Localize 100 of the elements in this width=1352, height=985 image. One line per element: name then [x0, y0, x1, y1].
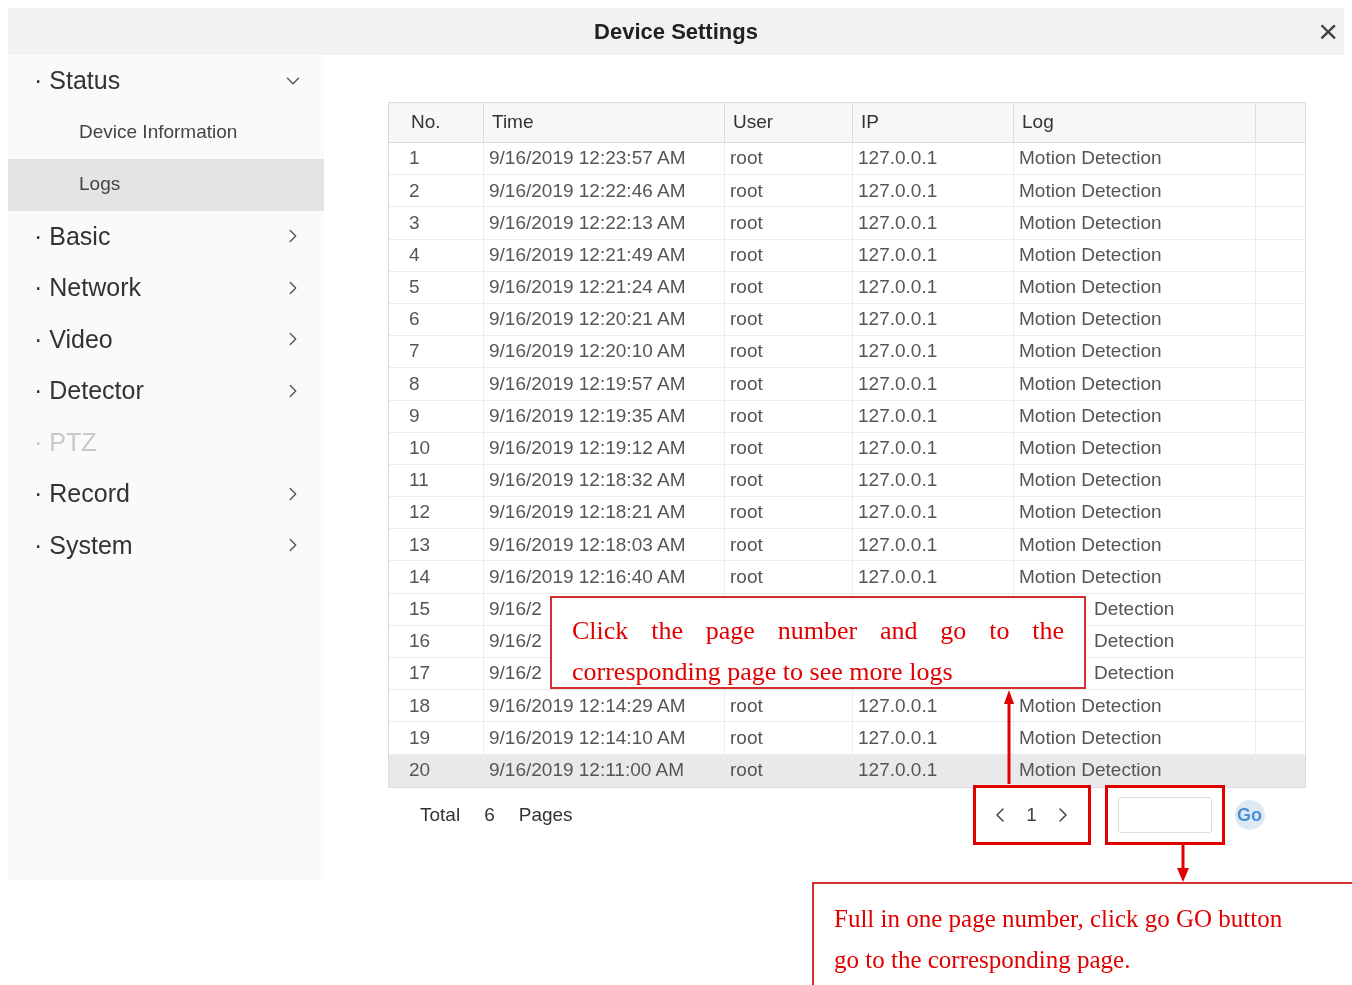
table-cell-text: Motion Detection	[1019, 693, 1162, 718]
column-header: Log	[1022, 110, 1054, 135]
table-cell-text: Motion Detection	[1019, 242, 1162, 267]
table-cell-text: 9/16/2019 12:11:00 AM	[489, 757, 685, 782]
page-input-field[interactable]	[1117, 797, 1212, 834]
sidebar-item[interactable]: · Record	[8, 468, 324, 520]
column-header: Time	[492, 110, 534, 135]
table-cell-text: 20	[409, 757, 431, 782]
table-row[interactable]: 20 9/16/2019 12:11:00 AM root 127.0.0.1 Motion Detection	[389, 754, 1305, 787]
table-cell-text: Motion Detection	[1019, 307, 1162, 332]
table-cell-text: 4	[409, 242, 420, 267]
table-cell-text: 127.0.0.1	[858, 693, 938, 718]
table-cell-text: 9/16/2	[489, 629, 542, 654]
table-cell-text: 9/16/2019 12:20:10 AM	[489, 339, 686, 364]
table-cell-text: 127.0.0.1	[858, 146, 938, 171]
table-cell-text: root	[730, 210, 763, 235]
table-row[interactable]: 2 9/16/2019 12:22:46 AM root 127.0.0.1 Motion Detection	[389, 175, 1305, 208]
table-cell-text: 14	[409, 564, 431, 589]
close-button[interactable]: ×	[1318, 16, 1338, 46]
table-cell-text: 9/16/2019 12:18:03 AM	[489, 532, 686, 557]
table-cell-text: 18	[409, 693, 431, 718]
table-cell-text: 127.0.0.1	[858, 242, 938, 267]
table-cell-text: root	[730, 564, 763, 589]
table-row[interactable]: 1 9/16/2019 12:23:57 AM root 127.0.0.1 Motion Detection	[389, 143, 1305, 176]
table-cell-text: root	[730, 307, 763, 332]
column-header: User	[733, 110, 774, 135]
table-cell-text: 2	[409, 178, 420, 203]
total-pages: 6	[484, 803, 495, 827]
table-row[interactable]: 19 9/16/2019 12:14:10 AM root 127.0.0.1 Motion Detection	[389, 722, 1305, 755]
table-cell-text: Motion Detection	[1019, 146, 1162, 171]
table-cell-text: Motion Detection	[1019, 564, 1162, 589]
table-cell-text: Motion Detection	[1019, 468, 1162, 493]
table-cell-text: 127.0.0.1	[858, 339, 938, 364]
table-cell-text: 127.0.0.1	[858, 757, 938, 782]
table-row[interactable]: 11 9/16/2019 12:18:32 AM root 127.0.0.1 Motion Detection	[389, 464, 1305, 498]
table-cell-text: root	[730, 146, 763, 171]
table-cell-text: 127.0.0.1	[858, 468, 938, 493]
table-cell-text: 127.0.0.1	[858, 178, 938, 203]
sidebar-item[interactable]: · Detector	[8, 365, 324, 417]
table-cell-text: 9/16/2019 12:20:21 AM	[489, 307, 686, 332]
table-cell-text: 9/16/2019 12:18:21 AM	[489, 500, 686, 525]
table-cell-text: 13	[409, 532, 431, 557]
page-number[interactable]: 1	[1026, 801, 1037, 830]
table-cell-text: 9/16/2019 12:23:57 AM	[489, 146, 686, 171]
table-cell-text: 7	[409, 339, 420, 364]
table-cell-text: root	[730, 693, 763, 718]
table-row[interactable]: 6 9/16/2019 12:20:21 AM root 127.0.0.1 Motion Detection	[389, 303, 1305, 337]
table-cell-text: Motion Detection	[1019, 371, 1162, 396]
table-row[interactable]: 14 9/16/2019 12:16:40 AM root 127.0.0.1 Motion Detection	[389, 561, 1305, 594]
table-cell-text: root	[730, 371, 763, 396]
table-cell-text: 17	[409, 661, 431, 686]
table-cell-text: 9/16/2019 12:22:46 AM	[489, 178, 686, 203]
sidebar-subitem[interactable]: Logs	[8, 158, 324, 211]
table-cell-text: Detection	[1094, 629, 1175, 654]
table-row[interactable]: 10 9/16/2019 12:19:12 AM root 127.0.0.1 Motion Detection	[389, 432, 1305, 465]
table-row[interactable]: 8 9/16/2019 12:19:57 AM root 127.0.0.1 Motion Detection	[389, 368, 1305, 401]
table-cell-text: Motion Detection	[1019, 178, 1162, 203]
table-row[interactable]: 4 9/16/2019 12:21:49 AM root 127.0.0.1 Motion Detection	[389, 239, 1305, 272]
table-cell-text: 9	[409, 403, 420, 428]
table-cell-text: Detection	[1094, 661, 1175, 686]
sidebar-item[interactable]: · Video	[8, 313, 324, 365]
sidebar-item[interactable]: · Basic	[8, 210, 324, 262]
column-header: IP	[861, 110, 879, 135]
table-row[interactable]: 12 9/16/2019 12:18:21 AM root 127.0.0.1 Motion Detection	[389, 497, 1305, 530]
sidebar-subitem[interactable]: Device Information	[8, 106, 324, 159]
table-cell-text: 15	[409, 596, 431, 621]
table-cell-text: 9/16/2019 12:18:32 AM	[489, 468, 686, 493]
table-row[interactable]: 3 9/16/2019 12:22:13 AM root 127.0.0.1 Motion Detection	[389, 207, 1305, 240]
table-row[interactable]: 13 9/16/2019 12:18:03 AM root 127.0.0.1 Motion Detection	[389, 529, 1305, 562]
column-header: No.	[411, 110, 441, 135]
annotation-text: Full in one page number, click go GO button	[834, 904, 1283, 934]
table-row[interactable]: 7 9/16/2019 12:20:10 AM root 127.0.0.1 Motion Detection	[389, 336, 1305, 369]
table-cell-text: 9/16/2019 12:16:40 AM	[489, 564, 686, 589]
table-cell-text: 9/16/2	[489, 661, 542, 686]
table-cell-text: root	[730, 468, 763, 493]
sidebar-item[interactable]: · Network	[8, 262, 324, 314]
table-cell-text: Motion Detection	[1019, 500, 1162, 525]
table-cell-text: root	[730, 436, 763, 461]
table-cell-text: 9/16/2019 12:21:24 AM	[489, 275, 686, 300]
sidebar-item[interactable]: · Status	[8, 55, 324, 107]
table-cell-text: root	[730, 757, 763, 782]
table-cell-text: 9/16/2019 12:19:57 AM	[489, 371, 686, 396]
table-cell-text: 127.0.0.1	[858, 371, 938, 396]
table-cell-text: 127.0.0.1	[858, 532, 938, 557]
table-cell-text: 127.0.0.1	[858, 564, 938, 589]
table-cell-text: 11	[409, 468, 429, 493]
table-cell-text: 16	[409, 629, 431, 654]
table-row[interactable]: 18 9/16/2019 12:14:29 AM root 127.0.0.1 Motion Detection	[389, 690, 1305, 723]
table-cell-text: 127.0.0.1	[858, 500, 938, 525]
table-cell-text: 9/16/2019 12:14:10 AM	[489, 725, 686, 750]
table-cell-text: 5	[409, 275, 420, 300]
table-row[interactable]: 5 9/16/2019 12:21:24 AM root 127.0.0.1 Motion Detection	[389, 271, 1305, 304]
table-row[interactable]: 9 9/16/2019 12:19:35 AM root 127.0.0.1 Motion Detection	[389, 400, 1305, 433]
table-cell-text: root	[730, 275, 763, 300]
sidebar-item[interactable]: · System	[8, 519, 324, 571]
table-cell-text: 9/16/2019 12:14:29 AM	[489, 693, 686, 718]
table-cell-text: 127.0.0.1	[858, 210, 938, 235]
table-cell-text: 6	[409, 307, 420, 332]
table-cell-text: 8	[409, 371, 420, 396]
total-label: Total	[420, 803, 461, 827]
